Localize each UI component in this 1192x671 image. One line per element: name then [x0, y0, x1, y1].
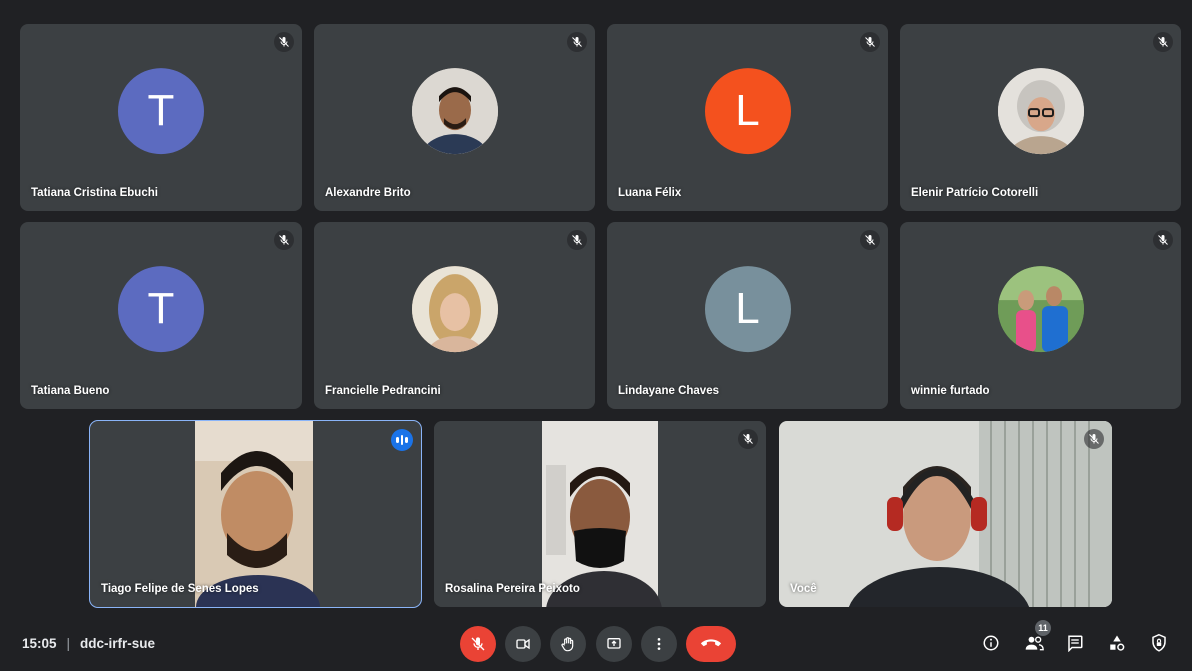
meeting-time: 15:05	[22, 636, 57, 651]
avatar	[997, 67, 1084, 154]
meeting-code[interactable]: ddc-irfr-sue	[80, 636, 155, 651]
participant-name: Elenir Patrício Cotorelli	[911, 187, 1039, 199]
avatar	[411, 265, 498, 352]
participant-tile[interactable]: T Tatiana Cristina Ebuchi	[20, 24, 302, 211]
avatar: L	[704, 265, 791, 352]
camera-icon	[516, 638, 530, 650]
present-screen-button[interactable]	[596, 626, 632, 662]
avatar	[411, 67, 498, 154]
participant-tile[interactable]: Elenir Patrício Cotorelli	[900, 24, 1181, 211]
mic-off-icon	[1153, 230, 1173, 250]
raise-hand-button[interactable]	[550, 626, 586, 662]
separator: |	[66, 636, 71, 651]
participant-tile[interactable]: Alexandre Brito	[314, 24, 595, 211]
mic-off-icon	[738, 429, 758, 449]
avatar: T	[118, 67, 204, 154]
speaking-indicator-icon	[391, 429, 413, 451]
participant-name: Tiago Felipe de Senes Lopes	[101, 583, 259, 595]
profile-photo	[997, 265, 1084, 352]
more-vert-icon	[657, 638, 661, 650]
people-icon	[1025, 636, 1044, 651]
mic-toggle-button[interactable]	[460, 626, 496, 662]
mic-off-icon	[471, 637, 485, 651]
present-icon	[607, 638, 621, 649]
mic-off-icon	[1153, 32, 1173, 52]
avatar: L	[704, 67, 791, 154]
participant-name: Luana Félix	[618, 187, 682, 199]
mic-off-icon	[567, 32, 587, 52]
participant-tile[interactable]: L Lindayane Chaves	[607, 222, 888, 409]
info-icon	[983, 635, 999, 651]
mic-off-icon	[274, 230, 294, 250]
participant-name: Você	[790, 583, 817, 595]
shield-lock-icon	[1152, 633, 1166, 652]
leave-call-button[interactable]	[686, 626, 736, 662]
participant-name: winnie furtado	[911, 385, 990, 397]
avatar	[997, 265, 1084, 352]
hand-icon	[561, 637, 574, 652]
mic-off-icon	[860, 32, 880, 52]
chat-button[interactable]	[1062, 630, 1088, 656]
meeting-details-button[interactable]	[978, 630, 1004, 656]
chat-icon	[1068, 635, 1083, 652]
participant-tile[interactable]: winnie furtado	[900, 222, 1181, 409]
participant-tile[interactable]: Francielle Pedrancini	[314, 222, 595, 409]
mic-off-icon	[274, 32, 294, 52]
participant-tile[interactable]: L Luana Félix	[607, 24, 888, 211]
participant-name: Francielle Pedrancini	[325, 385, 441, 397]
video-feed	[90, 421, 421, 607]
participant-name: Tatiana Cristina Ebuchi	[31, 187, 158, 199]
profile-photo	[411, 67, 498, 154]
more-options-button[interactable]	[641, 626, 677, 662]
shapes-icon	[1110, 635, 1125, 651]
host-controls-button[interactable]	[1146, 630, 1172, 656]
activities-button[interactable]	[1104, 630, 1130, 656]
video-feed	[434, 421, 766, 607]
participant-name: Lindayane Chaves	[618, 385, 719, 397]
camera-toggle-button[interactable]	[505, 626, 541, 662]
video-feed	[779, 421, 1112, 607]
participant-count-badge: 11	[1035, 620, 1051, 636]
mic-off-icon	[860, 230, 880, 250]
participant-name: Rosalina Pereira Peixoto	[445, 583, 580, 595]
avatar: T	[118, 265, 204, 352]
participant-name: Tatiana Bueno	[31, 385, 110, 397]
meeting-info: 15:05 | ddc-irfr-sue	[22, 636, 155, 651]
mic-off-icon	[1084, 429, 1104, 449]
self-video-tile[interactable]: Você	[779, 421, 1112, 607]
hang-up-icon	[700, 639, 722, 647]
video-tile-speaking[interactable]: Tiago Felipe de Senes Lopes	[89, 420, 422, 608]
profile-photo	[997, 67, 1084, 154]
mic-off-icon	[567, 230, 587, 250]
video-tile[interactable]: Rosalina Pereira Peixoto	[434, 421, 766, 607]
profile-photo	[411, 265, 498, 352]
participant-name: Alexandre Brito	[325, 187, 411, 199]
participant-tile[interactable]: T Tatiana Bueno	[20, 222, 302, 409]
